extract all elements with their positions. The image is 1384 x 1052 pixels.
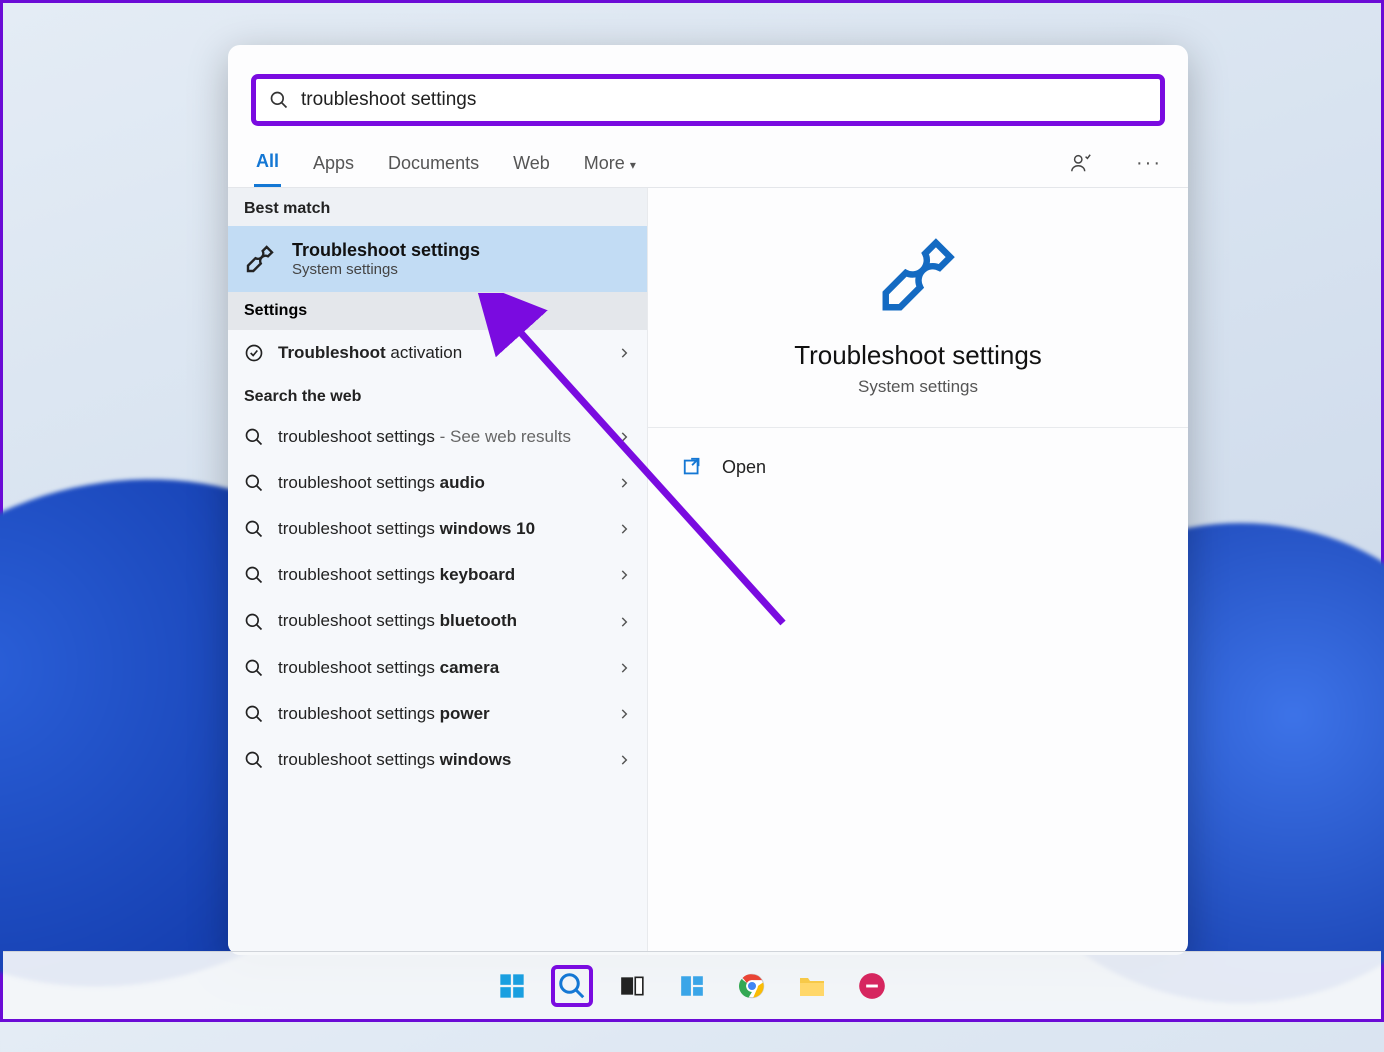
settings-result-activation[interactable]: Troubleshoot activation <box>228 330 647 376</box>
search-icon <box>244 473 264 493</box>
best-match-title: Troubleshoot settings <box>292 240 480 261</box>
task-view-button[interactable] <box>613 967 651 1005</box>
open-action[interactable]: Open <box>682 448 1154 486</box>
detail-hero: Troubleshoot settings System settings <box>648 188 1188 428</box>
search-input[interactable] <box>301 89 1147 111</box>
chevron-right-icon <box>617 346 631 360</box>
tab-all[interactable]: All <box>254 139 281 187</box>
web-result[interactable]: troubleshoot settings bluetooth <box>228 598 647 644</box>
tab-apps[interactable]: Apps <box>311 141 356 186</box>
search-icon <box>244 612 264 632</box>
web-result[interactable]: troubleshoot settings audio <box>228 460 647 506</box>
web-result[interactable]: troubleshoot settings windows 10 <box>228 506 647 552</box>
web-result[interactable]: troubleshoot settings camera <box>228 645 647 691</box>
detail-column: Troubleshoot settings System settings Op… <box>648 188 1188 955</box>
web-result[interactable]: troubleshoot settings keyboard <box>228 552 647 598</box>
file-explorer-icon[interactable] <box>793 967 831 1005</box>
best-match-subtitle: System settings <box>292 261 480 278</box>
widgets-button[interactable] <box>673 967 711 1005</box>
detail-subtitle: System settings <box>858 377 978 397</box>
search-content: Best match Troubleshoot settings System … <box>228 188 1188 955</box>
search-icon <box>244 658 264 678</box>
best-match-result[interactable]: Troubleshoot settings System settings <box>228 226 647 292</box>
search-panel: All Apps Documents Web More ▾ ··· Best m… <box>228 45 1188 955</box>
chevron-right-icon <box>617 661 631 675</box>
web-result[interactable]: troubleshoot settings - See web results <box>228 414 647 460</box>
search-icon <box>244 704 264 724</box>
chevron-right-icon <box>617 615 631 629</box>
web-result[interactable]: troubleshoot settings windows <box>228 737 647 783</box>
wrench-large-icon <box>875 232 961 318</box>
search-input-wrap[interactable] <box>254 77 1162 123</box>
section-settings: Settings <box>228 292 647 330</box>
section-search-web: Search the web <box>228 376 647 414</box>
search-icon <box>244 565 264 585</box>
taskbar-search-button[interactable] <box>553 967 591 1005</box>
search-bar-row <box>228 45 1188 133</box>
open-icon <box>682 456 704 478</box>
chevron-right-icon <box>617 753 631 767</box>
check-circle-icon <box>244 343 264 363</box>
taskbar <box>3 951 1381 1019</box>
start-button[interactable] <box>493 967 531 1005</box>
wrench-icon <box>244 243 276 275</box>
tab-documents[interactable]: Documents <box>386 141 481 186</box>
more-options-icon[interactable]: ··· <box>1136 152 1162 175</box>
search-icon <box>244 519 264 539</box>
search-icon <box>269 90 289 110</box>
chevron-right-icon <box>617 707 631 721</box>
tab-web[interactable]: Web <box>511 141 552 186</box>
chevron-right-icon <box>617 522 631 536</box>
chevron-right-icon <box>617 476 631 490</box>
open-label: Open <box>722 457 766 478</box>
detail-title: Troubleshoot settings <box>794 340 1042 371</box>
app-icon[interactable] <box>853 967 891 1005</box>
results-column: Best match Troubleshoot settings System … <box>228 188 648 955</box>
tab-more[interactable]: More ▾ <box>582 141 638 186</box>
chevron-right-icon <box>617 568 631 582</box>
chevron-right-icon <box>617 430 631 444</box>
feedback-icon[interactable] <box>1070 152 1092 174</box>
web-result[interactable]: troubleshoot settings power <box>228 691 647 737</box>
section-best-match: Best match <box>228 188 647 226</box>
chrome-icon[interactable] <box>733 967 771 1005</box>
search-icon <box>244 427 264 447</box>
search-tabs: All Apps Documents Web More ▾ ··· <box>228 133 1188 188</box>
search-icon <box>244 750 264 770</box>
